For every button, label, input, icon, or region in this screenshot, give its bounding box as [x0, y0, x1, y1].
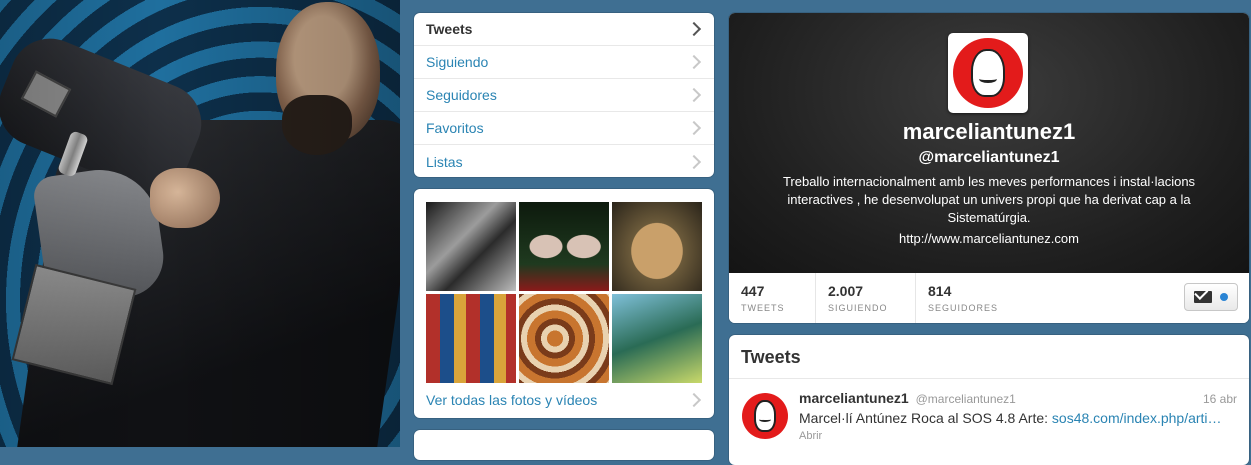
- profile-card: marceliantunez1 @marceliantunez1 Treball…: [729, 13, 1249, 323]
- chevron-right-icon: [686, 392, 702, 408]
- nav-item-favoritos[interactable]: Favoritos: [414, 112, 714, 145]
- stat-label: TWEETS: [741, 303, 785, 313]
- stat-tweets[interactable]: 447 TWEETS: [729, 273, 816, 323]
- nav-item-seguidores[interactable]: Seguidores: [414, 79, 714, 112]
- avatar-logo: [953, 38, 1023, 108]
- profile-avatar[interactable]: [948, 33, 1028, 113]
- chevron-right-icon: [686, 120, 702, 136]
- media-thumbnail[interactable]: [426, 202, 516, 291]
- nav-item-label: Seguidores: [426, 87, 497, 103]
- profile-handle: @marceliantunez1: [918, 149, 1060, 166]
- tweet-avatar[interactable]: [741, 392, 789, 440]
- chevron-right-icon: [686, 21, 702, 37]
- tweets-card: Tweets marceliantunez1 @marceliantunez1 …: [729, 335, 1249, 465]
- nav-item-label: Favoritos: [426, 120, 484, 136]
- profile-name: marceliantunez1: [902, 119, 1076, 144]
- status-dot-icon: [1220, 293, 1228, 301]
- envelope-icon: [1194, 291, 1212, 303]
- stat-value: 447: [741, 283, 765, 299]
- tweet-author-name[interactable]: marceliantunez1: [799, 390, 909, 406]
- direct-message-button[interactable]: [1184, 283, 1238, 311]
- media-thumbnail[interactable]: [519, 202, 609, 291]
- profile-header: marceliantunez1 @marceliantunez1 Treball…: [729, 13, 1249, 273]
- nav-item-label: Listas: [426, 153, 463, 170]
- media-thumbnail[interactable]: [519, 294, 609, 383]
- avatar-logo: [742, 393, 788, 439]
- tweet-timestamp[interactable]: 16 abr: [1203, 392, 1237, 406]
- chevron-right-icon: [686, 154, 702, 169]
- nav-item-tweets[interactable]: Tweets: [414, 13, 714, 46]
- view-all-media-link[interactable]: Ver todas las fotos y vídeos: [426, 392, 703, 408]
- media-thumbnail[interactable]: [612, 202, 702, 291]
- media-gallery-card: Ver todas las fotos y vídeos: [414, 189, 714, 418]
- tweet-text: Marcel·lí Antúnez Roca al SOS 4.8 Arte: …: [799, 410, 1239, 426]
- tweet-link[interactable]: sos48.com/index.php/arti…: [1052, 410, 1222, 426]
- stat-value: 2.007: [828, 283, 864, 299]
- nav-item-label: Tweets: [426, 21, 473, 37]
- tweet-author-handle[interactable]: @marceliantunez1: [916, 392, 1016, 406]
- tweet-body: Marcel·lí Antúnez Roca al SOS 4.8 Arte:: [799, 410, 1052, 426]
- profile-bio: Treballo internacionalment amb les meves…: [782, 174, 1196, 225]
- chevron-right-icon: [686, 54, 702, 70]
- nav-item-label: Siguiendo: [426, 54, 489, 70]
- background-photo: [0, 0, 400, 447]
- nav-item-siguiendo[interactable]: Siguiendo: [414, 46, 714, 79]
- stat-following[interactable]: 2.007 SIGUIENDO: [816, 273, 916, 323]
- nav-item-listas[interactable]: Listas: [414, 145, 714, 177]
- tweets-heading: Tweets: [729, 335, 1249, 379]
- profile-nav-card: Tweets Siguiendo Seguidores Favoritos Li…: [414, 13, 714, 177]
- tweet-item[interactable]: marceliantunez1 @marceliantunez1 16 abr …: [729, 379, 1249, 459]
- stat-label: SIGUIENDO: [828, 303, 888, 313]
- profile-stats: 447 TWEETS 2.007 SIGUIENDO 814 SEGUIDORE…: [729, 273, 1249, 323]
- media-thumbnails: [426, 202, 703, 383]
- view-all-media-label: Ver todas las fotos y vídeos: [426, 392, 598, 408]
- stat-value: 814: [928, 283, 952, 299]
- chevron-right-icon: [686, 87, 702, 103]
- tweet-expand-link[interactable]: Abrir: [799, 430, 822, 442]
- media-thumbnail[interactable]: [426, 294, 516, 383]
- profile-url[interactable]: http://www.marceliantunez.com: [729, 231, 1249, 246]
- media-thumbnail[interactable]: [612, 294, 702, 383]
- stat-followers[interactable]: 814 SEGUIDORES: [916, 273, 1056, 323]
- next-card-stub: [414, 430, 714, 460]
- stat-label: SEGUIDORES: [928, 303, 999, 313]
